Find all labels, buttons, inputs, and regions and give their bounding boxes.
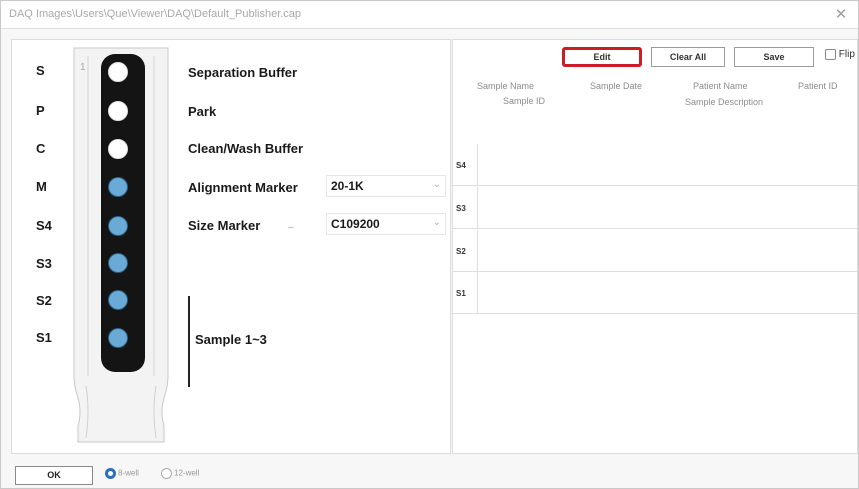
size-marker-toggle-icon[interactable]: – (288, 222, 294, 233)
well-dot-s3 (108, 253, 128, 273)
sample-bracket (188, 296, 190, 387)
row-label: S1 (456, 289, 466, 298)
position-label-p: P (36, 103, 45, 118)
row-cell[interactable] (477, 187, 857, 229)
size-marker-label: Size Marker (188, 218, 261, 233)
column-sample-description: Sample Description (685, 97, 764, 107)
position-label-s2: S2 (36, 293, 52, 308)
close-icon[interactable]: ✕ (830, 4, 852, 26)
position-label-s: S (36, 63, 45, 78)
dialog-window: DAQ Images\Users\Que\Viewer\DAQ\Default_… (0, 0, 859, 489)
table-row[interactable]: S3 (453, 187, 857, 229)
sample-grid: S4 S3 S2 S1 (453, 118, 857, 453)
radio-unselected-icon[interactable] (161, 468, 172, 479)
alignment-marker-select[interactable]: 20-1K ⌄ (326, 175, 446, 197)
alignment-marker-value: 20-1K (331, 179, 364, 193)
chevron-down-icon: ⌄ (432, 179, 441, 190)
row-label: S3 (456, 204, 466, 213)
position-label-s4: S4 (36, 218, 52, 233)
radio-12-well[interactable]: 12-well (161, 468, 199, 479)
row-cell[interactable] (477, 230, 857, 272)
radio-12-well-label: 12-well (174, 468, 200, 478)
flip-checkbox[interactable]: Flip (825, 49, 855, 60)
well-dot-s (108, 62, 128, 82)
title-bar: DAQ Images\Users\Que\Viewer\DAQ\Default_… (1, 1, 858, 29)
park-label: Park (188, 104, 217, 119)
save-button[interactable]: Save (734, 47, 814, 67)
radio-8-well[interactable]: 8-well (105, 468, 139, 479)
row-cell[interactable] (477, 272, 857, 314)
column-sample-name: Sample Name (477, 81, 535, 91)
sample-table-panel: Edit Clear All Save Flip Sample Name Sam… (452, 39, 858, 454)
radio-selected-icon[interactable] (105, 468, 116, 479)
flip-checkbox-box[interactable] (825, 49, 836, 60)
well-dot-s2 (108, 290, 128, 310)
position-label-s1: S1 (36, 330, 52, 345)
ok-button[interactable]: OK (15, 466, 93, 485)
edit-button[interactable]: Edit (562, 47, 642, 67)
table-row[interactable]: S4 (453, 144, 857, 186)
position-label-m: M (36, 179, 47, 194)
clear-all-button[interactable]: Clear All (651, 47, 725, 67)
column-sample-date: Sample Date (590, 81, 643, 91)
well-dot-s1 (108, 328, 128, 348)
well-dot-m (108, 177, 128, 197)
row-label: S2 (456, 247, 466, 256)
cartridge-top-marker: 1 (80, 62, 86, 73)
cartridge-panel: 1 S P C M S4 S3 S2 S1 Separation Buffer … (11, 39, 451, 454)
radio-8-well-label: 8-well (118, 468, 139, 478)
well-dot-p (108, 101, 128, 121)
well-dot-c (108, 139, 128, 159)
alignment-marker-label: Alignment Marker (188, 180, 298, 195)
size-marker-select[interactable]: C109200 ⌄ (326, 213, 446, 235)
row-cell[interactable] (477, 144, 857, 186)
chevron-down-icon: ⌄ (432, 217, 441, 228)
sample-range-label: Sample 1~3 (195, 332, 267, 347)
row-label: S4 (456, 161, 466, 170)
size-marker-value: C109200 (331, 217, 380, 231)
window-title: DAQ Images\Users\Que\Viewer\DAQ\Default_… (9, 8, 302, 20)
column-patient-id: Patient ID (798, 81, 838, 91)
separation-buffer-label: Separation Buffer (188, 65, 298, 80)
position-label-s3: S3 (36, 256, 52, 271)
well-dot-s4 (108, 216, 128, 236)
position-label-c: C (36, 141, 46, 156)
column-sample-id: Sample ID (503, 96, 546, 106)
table-row[interactable]: S2 (453, 230, 857, 272)
table-row[interactable]: S1 (453, 272, 857, 314)
column-patient-name: Patient Name (693, 81, 748, 91)
clean-wash-buffer-label: Clean/Wash Buffer (188, 141, 304, 156)
flip-label: Flip (838, 49, 855, 61)
